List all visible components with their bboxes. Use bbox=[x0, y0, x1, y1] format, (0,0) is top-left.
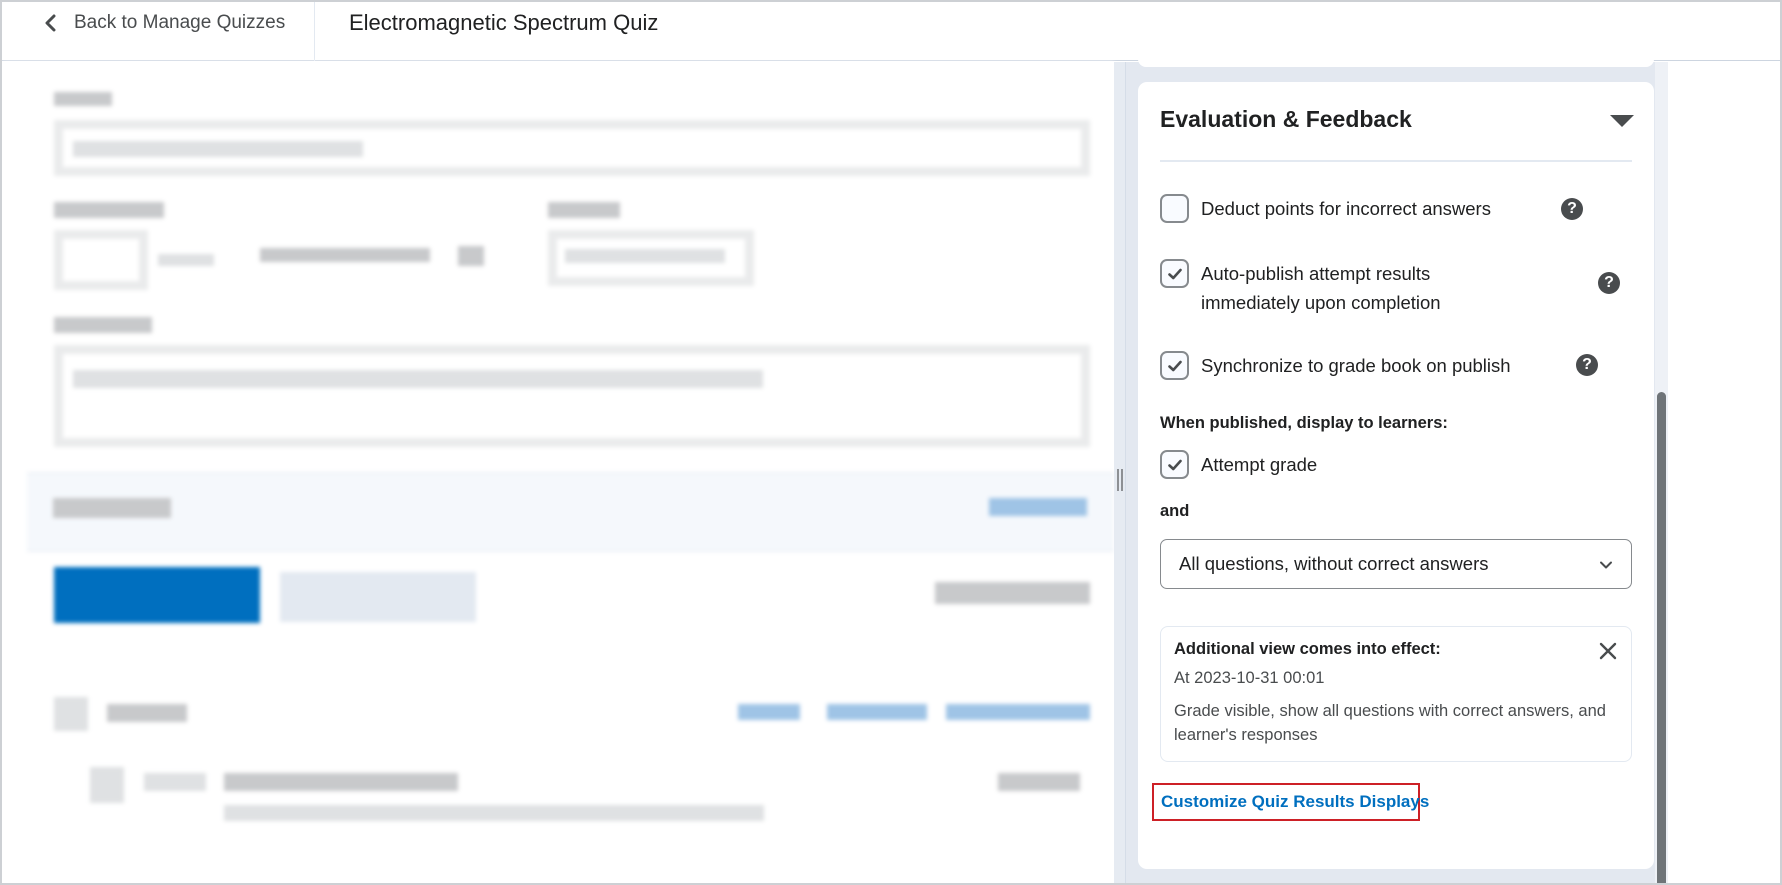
help-icon[interactable]: ? bbox=[1561, 198, 1583, 220]
description-field-obscured[interactable] bbox=[54, 345, 1090, 447]
total-points-obscured bbox=[935, 582, 1090, 604]
question-checkbox-obscured[interactable] bbox=[90, 767, 124, 803]
additional-view-card: Additional view comes into effect: At 20… bbox=[1160, 626, 1632, 762]
display-to-learners-label: When published, display to learners: bbox=[1160, 414, 1448, 432]
right-blank-area bbox=[1668, 62, 1780, 883]
name-label-obscured bbox=[54, 92, 112, 106]
additional-view-date: At 2023-10-31 00:01 bbox=[1174, 669, 1325, 687]
auto-publish-option[interactable]: Auto-publish attempt results immediately… bbox=[1160, 259, 1441, 317]
panel-scrollbar-thumb[interactable] bbox=[1657, 392, 1666, 883]
auto-publish-label-line1: Auto-publish attempt results bbox=[1201, 263, 1431, 284]
question-text-obscured bbox=[224, 805, 764, 821]
grade-field-obscured[interactable] bbox=[54, 230, 148, 290]
questions-header-band bbox=[27, 472, 1114, 552]
attempt-grade-label: Attempt grade bbox=[1201, 454, 1318, 475]
title-divider bbox=[1160, 160, 1632, 162]
evaluation-feedback-title: Evaluation & Feedback bbox=[1160, 106, 1412, 132]
attempt-grade-option[interactable]: Attempt grade bbox=[1160, 450, 1317, 479]
create-new-button-obscured[interactable] bbox=[54, 567, 260, 623]
auto-publish-label: Auto-publish attempt results immediately… bbox=[1201, 259, 1441, 317]
checkmark-icon bbox=[1167, 360, 1182, 371]
question-title-obscured[interactable] bbox=[224, 773, 458, 791]
questions-display-select[interactable]: All questions, without correct answers bbox=[1160, 539, 1632, 589]
action-link-2-obscured[interactable] bbox=[827, 704, 927, 720]
header-separator bbox=[314, 2, 315, 61]
page-title: Electromagnetic Spectrum Quiz bbox=[349, 10, 659, 35]
chevron-down-icon bbox=[1600, 561, 1612, 569]
previous-section-card bbox=[1138, 52, 1654, 67]
close-icon[interactable] bbox=[1599, 642, 1617, 660]
chevron-left-icon bbox=[45, 14, 56, 32]
additional-view-title: Additional view comes into effect: bbox=[1174, 640, 1441, 658]
deduct-points-checkbox[interactable] bbox=[1160, 194, 1189, 223]
grade-icon-obscured bbox=[458, 246, 484, 266]
preview-link-obscured[interactable] bbox=[989, 498, 1087, 516]
question-points-obscured bbox=[998, 773, 1080, 791]
points-text-obscured bbox=[158, 254, 214, 266]
checkmark-icon bbox=[1167, 268, 1182, 279]
and-label: and bbox=[1160, 502, 1190, 520]
name-field-obscured[interactable] bbox=[54, 120, 1090, 176]
grade-category-obscured[interactable] bbox=[260, 248, 430, 262]
description-label-obscured bbox=[54, 317, 152, 333]
due-date-value-obscured bbox=[565, 249, 725, 263]
questions-heading-obscured bbox=[53, 498, 171, 518]
caret-down-icon[interactable] bbox=[1610, 115, 1634, 127]
action-link-1-obscured[interactable] bbox=[738, 704, 800, 720]
additional-view-description: Grade visible, show all questions with c… bbox=[1174, 702, 1606, 744]
back-link-label: Back to Manage Quizzes bbox=[74, 12, 286, 33]
customize-quiz-results-displays-link[interactable]: Customize Quiz Results Displays bbox=[1152, 783, 1429, 821]
attempt-grade-checkbox[interactable] bbox=[1160, 450, 1189, 479]
app-window: Back to Manage Quizzes Electromagnetic S… bbox=[0, 0, 1782, 885]
back-to-manage-quizzes-link[interactable]: Back to Manage Quizzes bbox=[42, 8, 285, 38]
help-icon[interactable]: ? bbox=[1576, 354, 1598, 376]
deduct-points-label: Deduct points for incorrect answers bbox=[1201, 198, 1491, 219]
description-value-obscured bbox=[73, 370, 763, 388]
select-value: All questions, without correct answers bbox=[1179, 553, 1489, 574]
deduct-points-option[interactable]: Deduct points for incorrect answers bbox=[1160, 194, 1491, 223]
auto-publish-checkbox[interactable] bbox=[1160, 259, 1189, 288]
add-existing-button-obscured[interactable] bbox=[280, 572, 476, 622]
help-icon[interactable]: ? bbox=[1598, 272, 1620, 294]
pane-resize-handle[interactable] bbox=[1117, 469, 1123, 491]
sync-gradebook-option[interactable]: Synchronize to grade book on publish bbox=[1160, 351, 1511, 380]
quiz-editor-main-obscured bbox=[2, 62, 1114, 883]
due-date-label-obscured bbox=[548, 202, 620, 218]
select-all-checkbox-obscured[interactable] bbox=[54, 697, 88, 731]
evaluation-feedback-card: Evaluation & Feedback Deduct points for … bbox=[1138, 82, 1654, 869]
due-date-field-obscured[interactable] bbox=[548, 230, 754, 286]
auto-publish-label-line2: immediately upon completion bbox=[1201, 292, 1441, 313]
grade-out-of-label-obscured bbox=[54, 202, 164, 218]
sync-gradebook-label: Synchronize to grade book on publish bbox=[1201, 355, 1511, 376]
action-link-3-obscured[interactable] bbox=[946, 704, 1090, 720]
checkmark-icon bbox=[1167, 459, 1182, 470]
select-all-label-obscured bbox=[107, 704, 187, 722]
sync-gradebook-checkbox[interactable] bbox=[1160, 351, 1189, 380]
name-value-obscured bbox=[73, 141, 363, 157]
question-type-obscured bbox=[144, 773, 206, 791]
